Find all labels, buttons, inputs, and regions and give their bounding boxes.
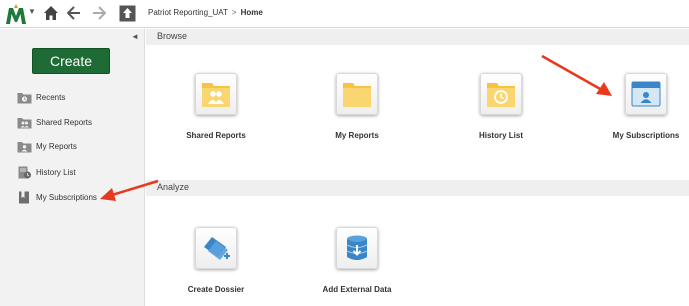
browse-section-header: Browse — [146, 29, 689, 45]
tile-icon-frame — [195, 73, 237, 115]
tile-label: Shared Reports — [186, 131, 246, 140]
tile-add-external-data[interactable]: Add External Data — [287, 227, 427, 294]
tile-label: Create Dossier — [187, 285, 245, 294]
breadcrumb-project[interactable]: Patriot Reporting_UAT — [148, 8, 228, 17]
subscriptions-bookmark-icon — [19, 191, 29, 203]
subscription-window-icon — [631, 81, 661, 107]
sidebar-item-label: History List — [36, 167, 76, 177]
my-reports-folder-icon — [17, 141, 32, 152]
tile-my-reports[interactable]: My Reports — [287, 73, 427, 140]
sidebar-item-label: Recents — [36, 92, 66, 102]
sidebar-item-my-subscriptions[interactable]: My Subscriptions — [17, 190, 97, 204]
sidebar-item-label: My Reports — [36, 141, 77, 151]
logo-menu-caret-icon[interactable]: ▼ — [28, 7, 36, 16]
sidebar-item-label: Shared Reports — [36, 117, 93, 127]
tile-shared-reports[interactable]: Shared Reports — [146, 73, 286, 140]
sidebar-item-shared-reports[interactable]: Shared Reports — [17, 115, 92, 129]
home-icon[interactable] — [43, 5, 59, 21]
tile-icon-frame — [195, 227, 237, 269]
create-button[interactable]: Create — [32, 48, 110, 74]
sidebar-item-recents[interactable]: Recents — [17, 90, 65, 104]
tile-create-dossier[interactable]: Create Dossier — [146, 227, 286, 294]
logo-icon[interactable] — [5, 4, 27, 26]
tile-icon-frame — [336, 73, 378, 115]
tile-label: My Reports — [335, 131, 379, 140]
tile-label: History List — [478, 131, 523, 140]
tile-icon-frame — [336, 227, 378, 269]
folder-icon — [343, 83, 371, 107]
tile-label: My Subscriptions — [612, 131, 680, 140]
annotation-arrow-to-sidebar-subscriptions — [100, 179, 159, 201]
annotation-arrow-to-subscriptions-tile — [541, 54, 612, 96]
tile-icon-frame — [625, 73, 667, 115]
top-toolbar: ▼ Patriot Reporting_UAT > Home — [0, 0, 689, 28]
database-icon — [346, 235, 368, 260]
sidebar-item-history-list[interactable]: History List — [17, 165, 76, 179]
section-heading: Browse — [157, 31, 188, 41]
clock-folder-icon — [487, 83, 515, 107]
breadcrumb: Patriot Reporting_UAT > Home — [148, 8, 263, 17]
analyze-section-header: Analyze — [146, 180, 689, 196]
tile-label: Add External Data — [322, 285, 392, 294]
collapse-sidebar-icon[interactable]: ◄ — [131, 32, 139, 41]
breadcrumb-current: Home — [240, 8, 263, 17]
history-list-icon — [18, 166, 31, 178]
forward-arrow-icon[interactable] — [92, 6, 106, 20]
shared-folder-icon — [202, 83, 230, 107]
sidebar-item-my-reports[interactable]: My Reports — [17, 139, 77, 153]
dossier-icon — [204, 237, 230, 260]
sidebar: ◄ Create Recents Shared Reports My Repor… — [0, 29, 145, 306]
sidebar-item-label: My Subscriptions — [36, 192, 97, 202]
shared-reports-folder-icon — [17, 117, 32, 128]
back-arrow-icon[interactable] — [67, 6, 81, 20]
up-folder-icon[interactable] — [119, 5, 136, 22]
breadcrumb-separator: > — [231, 8, 237, 17]
tile-icon-frame — [480, 73, 522, 115]
recents-folder-icon — [17, 92, 32, 103]
